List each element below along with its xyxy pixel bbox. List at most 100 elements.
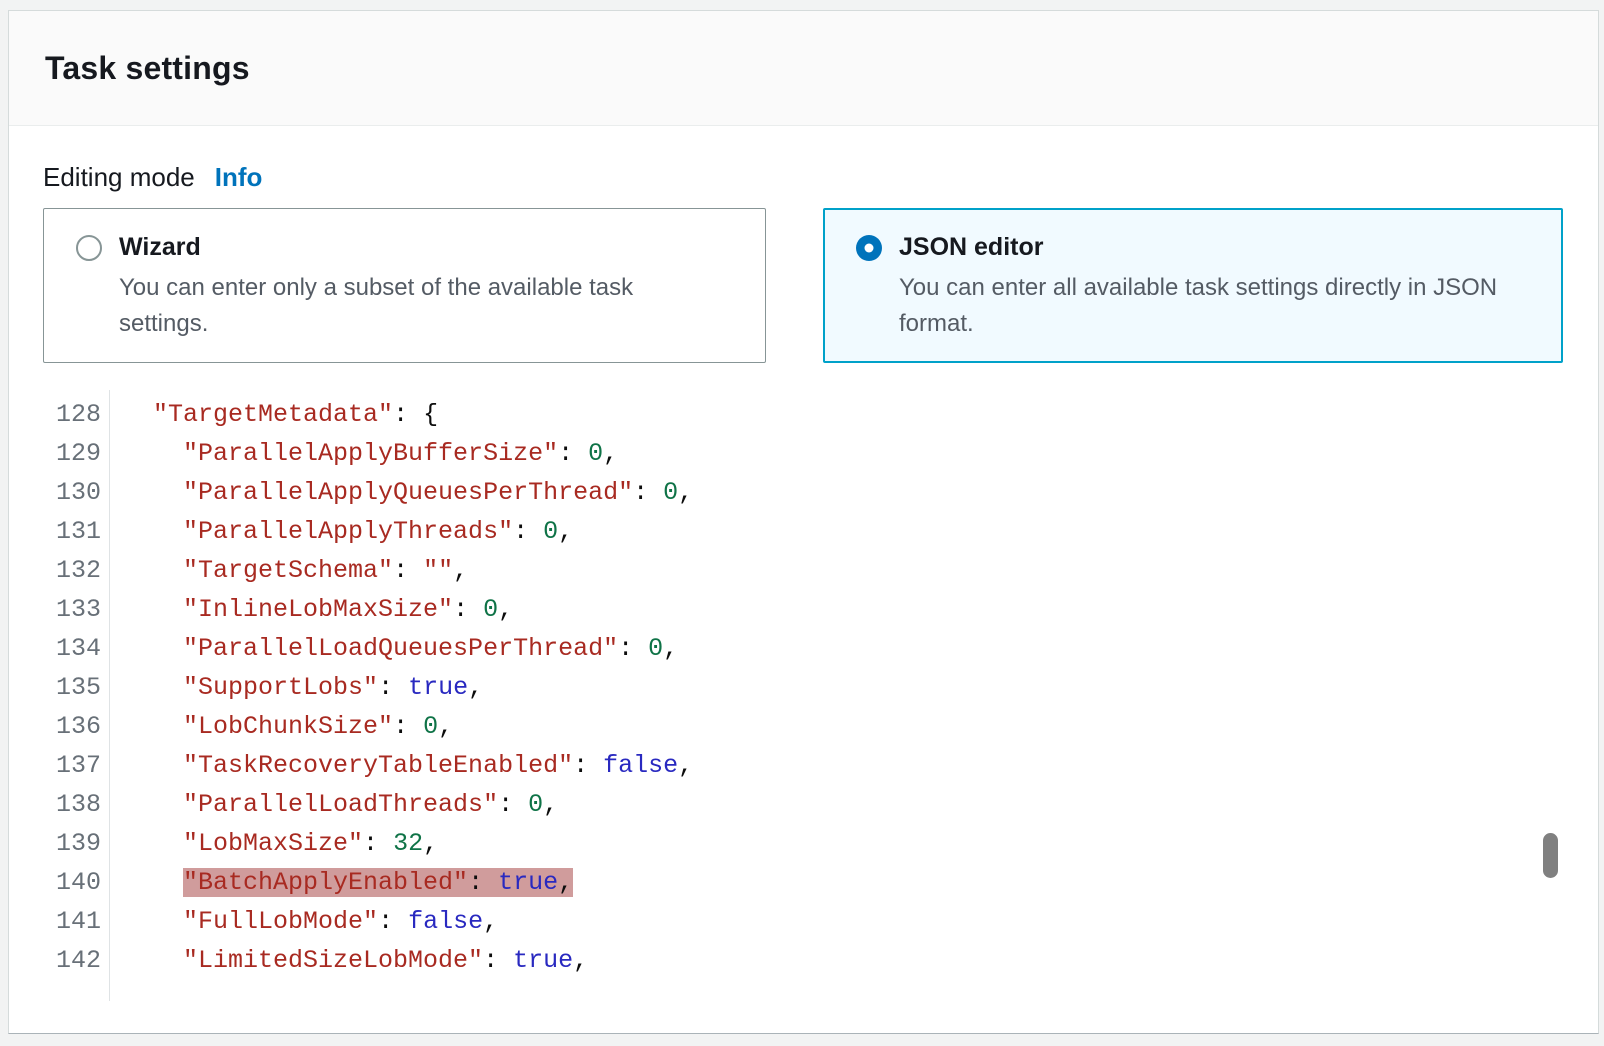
code-text: "LobMaxSize": 32, (101, 824, 438, 863)
code-text: "TargetMetadata": { (101, 395, 438, 434)
code-indent (123, 634, 183, 663)
json-value: true (513, 946, 573, 975)
code-indent (123, 751, 183, 780)
json-key: "TargetSchema" (183, 556, 393, 585)
json-colon: : (498, 790, 528, 819)
code-content: "TargetSchema": "", (183, 556, 468, 585)
json-comma: , (558, 517, 573, 546)
json-colon: : (393, 400, 423, 429)
info-link[interactable]: Info (215, 162, 263, 193)
line-number: 137 (43, 746, 101, 785)
code-indent (123, 673, 183, 702)
code-line[interactable]: 134 "ParallelLoadQueuesPerThread": 0, (43, 629, 1564, 668)
json-comma: , (543, 790, 558, 819)
line-number: 142 (43, 941, 101, 980)
code-line[interactable]: 132 "TargetSchema": "", (43, 551, 1564, 590)
line-number: 129 (43, 434, 101, 473)
panel-body: Editing mode Info Wizard You can enter o… (9, 162, 1598, 980)
code-line[interactable]: 128 "TargetMetadata": { (43, 395, 1564, 434)
code-content: "LobChunkSize": 0, (183, 712, 453, 741)
tile-wizard-top: Wizard (76, 233, 737, 262)
json-colon: : (633, 478, 663, 507)
json-code-editor[interactable]: 128 "TargetMetadata": {129 "ParallelAppl… (43, 395, 1564, 980)
json-key: "ParallelLoadThreads" (183, 790, 498, 819)
code-text: "TargetSchema": "", (101, 551, 468, 590)
code-indent (123, 595, 183, 624)
code-line[interactable]: 137 "TaskRecoveryTableEnabled": false, (43, 746, 1564, 785)
line-number: 136 (43, 707, 101, 746)
json-value: false (603, 751, 678, 780)
code-line[interactable]: 142 "LimitedSizeLobMode": true, (43, 941, 1564, 980)
code-text: "ParallelApplyBufferSize": 0, (101, 434, 618, 473)
json-key: "SupportLobs" (183, 673, 378, 702)
scrollbar-thumb[interactable] (1543, 833, 1558, 878)
code-text: "BatchApplyEnabled": true, (101, 863, 573, 902)
code-line[interactable]: 138 "ParallelLoadThreads": 0, (43, 785, 1564, 824)
code-line[interactable]: 130 "ParallelApplyQueuesPerThread": 0, (43, 473, 1564, 512)
json-value: { (423, 400, 438, 429)
code-line[interactable]: 129 "ParallelApplyBufferSize": 0, (43, 434, 1564, 473)
json-value: false (408, 907, 483, 936)
json-value: 0 (588, 439, 603, 468)
json-value: "" (423, 556, 453, 585)
json-colon: : (393, 556, 423, 585)
task-settings-panel: Task settings Editing mode Info Wizard Y… (8, 10, 1599, 1034)
code-line[interactable]: 135 "SupportLobs": true, (43, 668, 1564, 707)
tile-json-editor[interactable]: JSON editor You can enter all available … (823, 208, 1563, 363)
code-line[interactable]: 140 "BatchApplyEnabled": true, (43, 863, 1564, 902)
json-colon: : (618, 634, 648, 663)
code-line[interactable]: 136 "LobChunkSize": 0, (43, 707, 1564, 746)
code-text: "SupportLobs": true, (101, 668, 483, 707)
line-number: 128 (43, 395, 101, 434)
json-comma: , (678, 478, 693, 507)
json-colon: : (573, 751, 603, 780)
code-content: "TaskRecoveryTableEnabled": false, (183, 751, 693, 780)
code-text: "LobChunkSize": 0, (101, 707, 453, 746)
code-line[interactable]: 139 "LobMaxSize": 32, (43, 824, 1564, 863)
code-indent (123, 400, 153, 429)
code-line[interactable]: 141 "FullLobMode": false, (43, 902, 1564, 941)
json-value: 0 (483, 595, 498, 624)
tile-json-editor-title: JSON editor (899, 233, 1043, 262)
code-line[interactable]: 131 "ParallelApplyThreads": 0, (43, 512, 1564, 551)
code-text: "ParallelApplyQueuesPerThread": 0, (101, 473, 693, 512)
json-colon: : (378, 673, 408, 702)
code-text: "TaskRecoveryTableEnabled": false, (101, 746, 693, 785)
json-key: "LobMaxSize" (183, 829, 363, 858)
json-comma: , (498, 595, 513, 624)
tile-json-editor-top: JSON editor (856, 233, 1534, 262)
json-comma: , (573, 946, 588, 975)
tile-wizard[interactable]: Wizard You can enter only a subset of th… (43, 208, 766, 363)
radio-selected-icon[interactable] (856, 235, 882, 261)
code-indent (123, 868, 183, 897)
json-colon: : (558, 439, 588, 468)
json-comma: , (558, 868, 573, 897)
code-content: "ParallelLoadThreads": 0, (183, 790, 558, 819)
editing-mode-row: Editing mode Info (43, 162, 1564, 193)
json-value: 0 (543, 517, 558, 546)
radio-unselected-icon[interactable] (76, 235, 102, 261)
code-content: "ParallelApplyBufferSize": 0, (183, 439, 618, 468)
code-text: "InlineLobMaxSize": 0, (101, 590, 513, 629)
code-line[interactable]: 133 "InlineLobMaxSize": 0, (43, 590, 1564, 629)
code-text: "LimitedSizeLobMode": true, (101, 941, 588, 980)
code-content: "ParallelLoadQueuesPerThread": 0, (183, 634, 678, 663)
json-colon: : (513, 517, 543, 546)
code-content: "InlineLobMaxSize": 0, (183, 595, 513, 624)
json-key: "BatchApplyEnabled" (183, 868, 468, 897)
json-colon: : (378, 907, 408, 936)
json-comma: , (453, 556, 468, 585)
code-indent (123, 946, 183, 975)
panel-header: Task settings (9, 11, 1598, 126)
json-colon: : (483, 946, 513, 975)
tile-wizard-description: You can enter only a subset of the avail… (119, 270, 719, 342)
json-key: "ParallelApplyBufferSize" (183, 439, 558, 468)
code-indent (123, 829, 183, 858)
code-text: "ParallelLoadQueuesPerThread": 0, (101, 629, 678, 668)
json-comma: , (438, 712, 453, 741)
line-number: 134 (43, 629, 101, 668)
panel-title: Task settings (45, 50, 250, 87)
code-text: "ParallelApplyThreads": 0, (101, 512, 573, 551)
json-colon: : (453, 595, 483, 624)
editing-mode-tiles: Wizard You can enter only a subset of th… (43, 208, 1564, 363)
